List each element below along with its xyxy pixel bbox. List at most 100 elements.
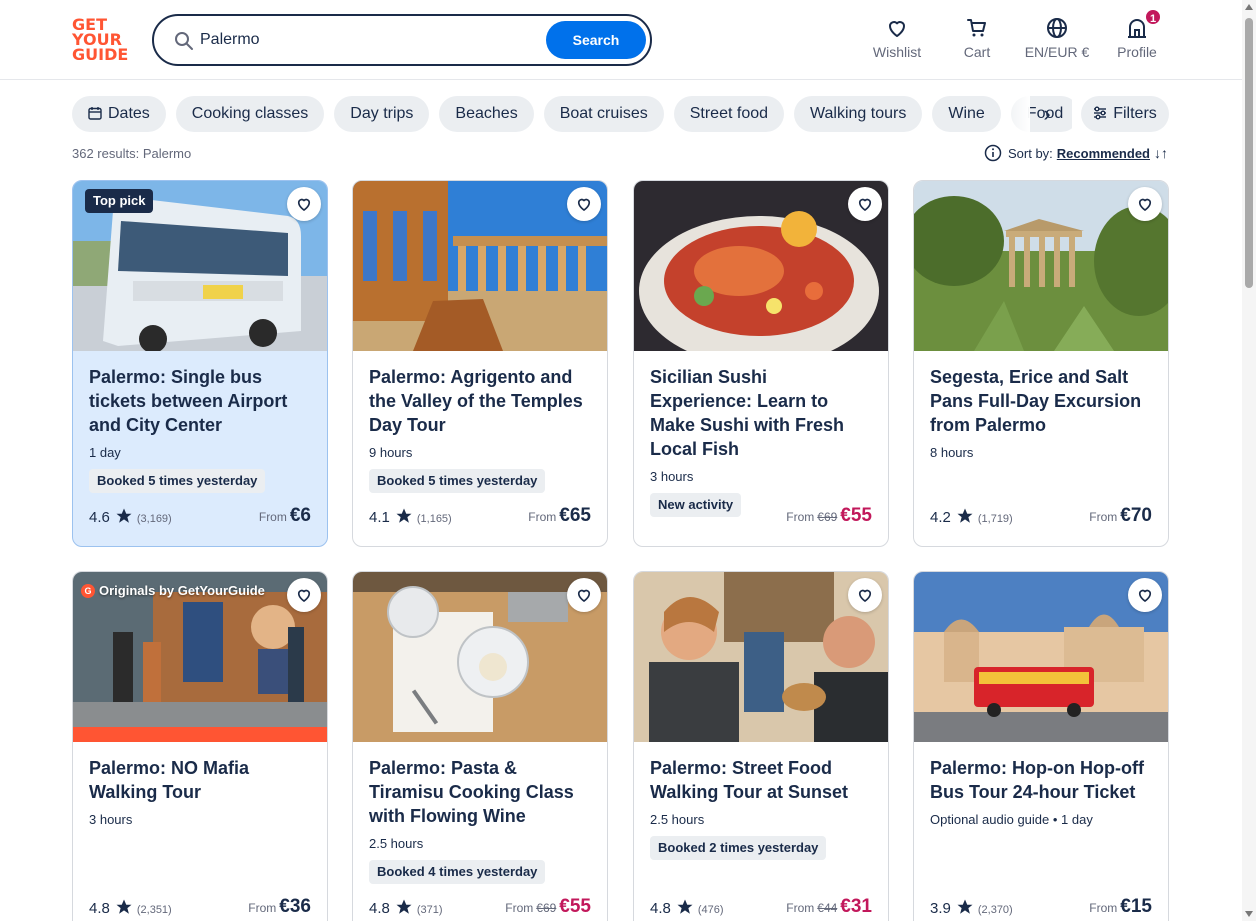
star-icon bbox=[957, 508, 973, 523]
chip-dates[interactable]: Dates bbox=[72, 96, 166, 132]
heart-icon bbox=[858, 589, 872, 602]
activity-image[interactable] bbox=[353, 181, 607, 351]
category-chips: Dates Cooking classes Day trips Beaches Boat… bbox=[72, 96, 1072, 132]
price: From €44 €31 bbox=[786, 896, 872, 918]
activity-card[interactable]: Palermo: Pasta & Tiramisu Cooking Class … bbox=[352, 571, 608, 921]
chip-street-food[interactable]: Street food bbox=[673, 96, 785, 132]
scroll-up-arrow[interactable] bbox=[1245, 4, 1253, 10]
price: From €36 bbox=[248, 896, 311, 918]
activity-card[interactable]: G Originals by GetYourGuide Palermo: NO M… bbox=[72, 571, 328, 921]
activity-image[interactable] bbox=[914, 572, 1168, 742]
originals-tag: G Originals by GetYourGuide bbox=[81, 580, 265, 602]
filters-label: Filters bbox=[1113, 105, 1157, 122]
price-from-label: From bbox=[1089, 510, 1118, 524]
cart-link[interactable]: Cart bbox=[955, 16, 999, 64]
activity-image[interactable] bbox=[634, 572, 888, 742]
originals-logo: G bbox=[81, 584, 95, 598]
search-input[interactable] bbox=[200, 28, 530, 52]
chip-beaches[interactable]: Beaches bbox=[439, 96, 534, 132]
wishlist-heart-button[interactable] bbox=[848, 578, 882, 612]
sort-value[interactable]: Recommended bbox=[1057, 146, 1150, 161]
activity-card[interactable]: Palermo: Agrigento and the Valley of the… bbox=[352, 180, 608, 547]
price-amount: €31 bbox=[840, 896, 872, 917]
wishlist-heart-button[interactable] bbox=[1128, 578, 1162, 612]
activity-title[interactable]: Palermo: Pasta & Tiramisu Cooking Class … bbox=[369, 756, 591, 828]
scroll-down-arrow[interactable] bbox=[1245, 911, 1253, 917]
activity-card[interactable]: Segesta, Erice and Salt Pans Full-Day Ex… bbox=[913, 180, 1169, 547]
price: From €69 €55 bbox=[786, 505, 872, 527]
review-count: (371) bbox=[416, 904, 443, 916]
activity-duration: 1 day bbox=[89, 445, 121, 460]
chip-boat-cruises[interactable]: Boat cruises bbox=[543, 96, 664, 132]
top-pick-tag: Top pick bbox=[85, 189, 154, 213]
price: From €69 €55 bbox=[505, 896, 591, 918]
scrollbar-thumb[interactable] bbox=[1245, 18, 1253, 288]
heart-icon bbox=[1138, 198, 1152, 211]
star-icon bbox=[116, 899, 132, 914]
sort-icon[interactable]: ↓↑ bbox=[1154, 145, 1168, 161]
activity-duration: 3 hours bbox=[89, 812, 133, 827]
activity-image[interactable]: Top pick bbox=[73, 181, 327, 351]
language-label: EN/EUR € bbox=[1024, 44, 1090, 60]
activity-card[interactable]: Palermo: Hop-on Hop-off Bus Tour 24-hour… bbox=[913, 571, 1169, 921]
price: From €15 bbox=[1089, 896, 1152, 918]
results-count: 362 results: Palermo bbox=[72, 146, 192, 161]
price: From €6 bbox=[259, 505, 311, 527]
filters-button[interactable]: Filters bbox=[1081, 96, 1169, 132]
price-from-label: From bbox=[1089, 901, 1118, 915]
chip-cooking-classes[interactable]: Cooking classes bbox=[175, 96, 325, 132]
activity-image[interactable] bbox=[914, 181, 1168, 351]
profile-link[interactable]: 1 Profile bbox=[1112, 8, 1162, 64]
activity-title[interactable]: Palermo: NO Mafia Walking Tour bbox=[89, 756, 311, 804]
originals-strip bbox=[73, 727, 327, 742]
language-currency-selector[interactable]: EN/EUR € bbox=[1020, 16, 1094, 64]
original-price: €69 bbox=[536, 901, 557, 915]
activity-duration: Optional audio guide • 1 day bbox=[930, 812, 1093, 827]
getyourguide-logo[interactable]: GET YOUR GUIDE bbox=[72, 17, 130, 63]
chip-wine[interactable]: Wine bbox=[932, 96, 1001, 132]
price: From €70 bbox=[1089, 505, 1152, 527]
rating: 4.1 (1,165) bbox=[369, 507, 452, 526]
sort-label: Sort by: bbox=[1008, 146, 1053, 161]
activity-title[interactable]: Palermo: Hop-on Hop-off Bus Tour 24-hour… bbox=[930, 756, 1152, 804]
sort-control[interactable]: Sort by: Recommended ↓↑ bbox=[984, 144, 1168, 162]
review-count: (1,719) bbox=[977, 513, 1013, 525]
cart-icon bbox=[967, 19, 986, 37]
price-amount: €55 bbox=[840, 505, 872, 526]
info-icon[interactable] bbox=[984, 144, 1002, 162]
wishlist-link[interactable]: Wishlist bbox=[868, 16, 926, 64]
search-button[interactable]: Search bbox=[546, 21, 646, 59]
wishlist-heart-button[interactable] bbox=[567, 187, 601, 221]
original-price: €69 bbox=[817, 510, 838, 524]
rating-value: 4.1 bbox=[369, 509, 390, 526]
globe-icon bbox=[1047, 18, 1067, 38]
activity-image[interactable] bbox=[353, 572, 607, 742]
activity-duration: 2.5 hours bbox=[650, 812, 705, 827]
activity-image[interactable] bbox=[634, 181, 888, 351]
originals-tag-label: Originals by GetYourGuide bbox=[99, 583, 265, 598]
activity-title[interactable]: Palermo: Single bus tickets between Airp… bbox=[89, 365, 311, 437]
activity-title[interactable]: Sicilian Sushi Experience: Learn to Make… bbox=[650, 365, 872, 461]
activity-card[interactable]: Top pick Palermo: Single bus tickets bet… bbox=[72, 180, 328, 547]
activity-title[interactable]: Palermo: Street Food Walking Tour at Sun… bbox=[650, 756, 872, 804]
wishlist-heart-button[interactable] bbox=[567, 578, 601, 612]
activity-card[interactable]: Palermo: Street Food Walking Tour at Sun… bbox=[633, 571, 889, 921]
chip-walking-tours[interactable]: Walking tours bbox=[794, 96, 923, 132]
price-amount: €15 bbox=[1120, 896, 1152, 917]
wishlist-heart-button[interactable] bbox=[1128, 187, 1162, 221]
wishlist-heart-button[interactable] bbox=[287, 187, 321, 221]
rating: 4.8 (2,351) bbox=[89, 898, 172, 917]
wishlist-heart-button[interactable] bbox=[287, 578, 321, 612]
activity-image[interactable]: G Originals by GetYourGuide bbox=[73, 572, 327, 742]
chip-day-trips[interactable]: Day trips bbox=[334, 96, 430, 132]
activity-title[interactable]: Segesta, Erice and Salt Pans Full-Day Ex… bbox=[930, 365, 1152, 437]
activity-title[interactable]: Palermo: Agrigento and the Valley of the… bbox=[369, 365, 591, 437]
rating-value: 3.9 bbox=[930, 900, 951, 917]
search-bar: Search bbox=[152, 14, 652, 66]
price-amount: €55 bbox=[559, 896, 591, 917]
heart-icon bbox=[297, 198, 311, 211]
chevron-right-icon[interactable]: › bbox=[1032, 96, 1062, 132]
wishlist-heart-button[interactable] bbox=[848, 187, 882, 221]
activity-card[interactable]: Sicilian Sushi Experience: Learn to Make… bbox=[633, 180, 889, 547]
page-scrollbar[interactable] bbox=[1242, 0, 1256, 921]
